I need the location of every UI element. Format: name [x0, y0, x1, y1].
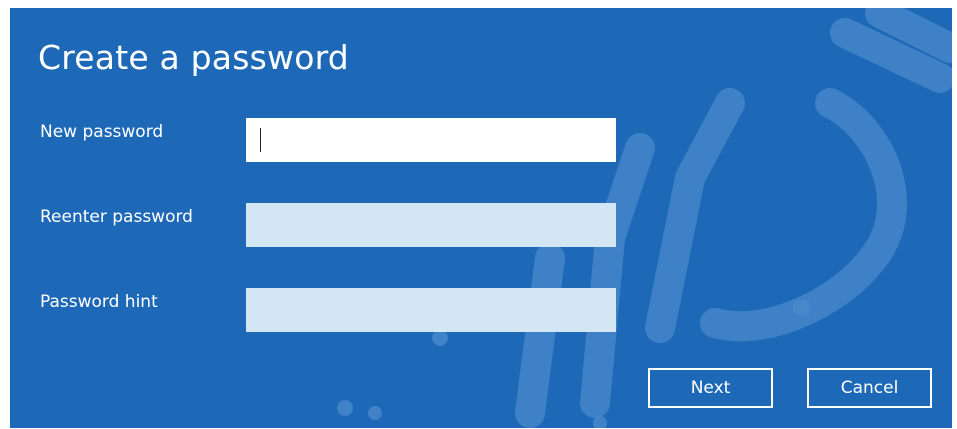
password-hint-field[interactable]	[246, 288, 616, 332]
text-cursor	[260, 128, 261, 152]
screenshot-frame: Create a password New password Reenter p…	[0, 0, 957, 429]
reenter-password-field[interactable]	[246, 203, 616, 247]
cancel-button[interactable]: Cancel	[807, 368, 932, 408]
reenter-password-label: Reenter password	[40, 207, 193, 227]
password-hint-label: Password hint	[40, 292, 158, 312]
new-password-field[interactable]	[246, 118, 616, 162]
new-password-label: New password	[40, 122, 164, 142]
create-password-dialog: Create a password New password Reenter p…	[10, 8, 952, 428]
page-title: Create a password	[38, 38, 349, 77]
next-button[interactable]: Next	[648, 368, 773, 408]
